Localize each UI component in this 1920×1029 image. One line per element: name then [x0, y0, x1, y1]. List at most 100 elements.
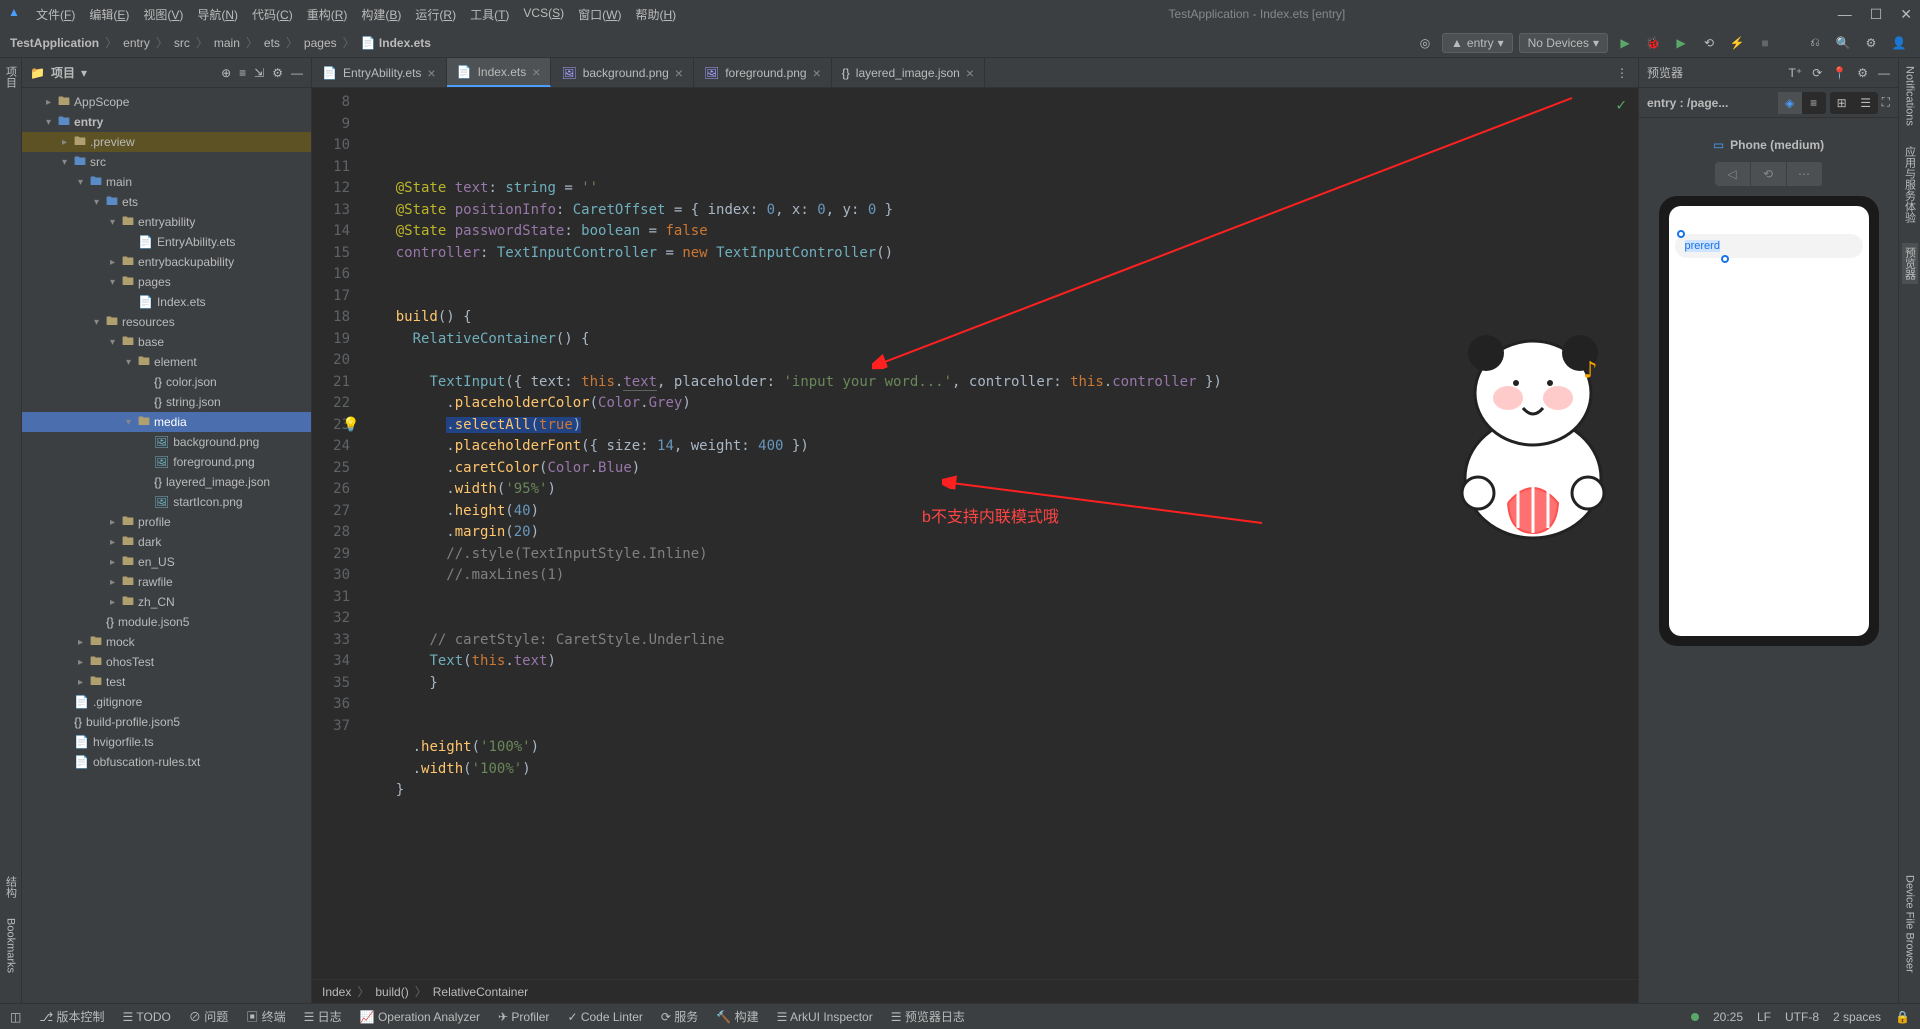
- breadcrumb-item[interactable]: 📄 Index.ets: [361, 36, 431, 50]
- target-icon[interactable]: ◎: [1414, 32, 1436, 54]
- menu-e[interactable]: 编辑(E): [89, 6, 129, 23]
- tree-node[interactable]: ▾🖿entryability: [22, 212, 311, 232]
- tree-node[interactable]: {}build-profile.json5: [22, 712, 311, 732]
- hide-icon[interactable]: —: [291, 66, 303, 80]
- tree-node[interactable]: ▸🖿.preview: [22, 132, 311, 152]
- previewer-tab[interactable]: 预览器: [1902, 243, 1918, 284]
- tree-node[interactable]: ▸🖿profile: [22, 512, 311, 532]
- profiler-tab[interactable]: ✈ Profiler: [498, 1010, 549, 1024]
- close-tab-icon[interactable]: ×: [427, 65, 435, 81]
- project-tab[interactable]: 项目: [3, 66, 19, 88]
- device-label[interactable]: ▭ Phone (medium): [1713, 138, 1824, 152]
- tree-node[interactable]: ▾🖿resources: [22, 312, 311, 332]
- stack-view-icon[interactable]: ≡: [1802, 92, 1826, 114]
- tree-node[interactable]: ▸🖿AppScope: [22, 92, 311, 112]
- encoding-label[interactable]: UTF-8: [1785, 1010, 1819, 1024]
- device-selector[interactable]: No Devices ▾: [1519, 33, 1608, 53]
- stop-button[interactable]: ■: [1754, 32, 1776, 54]
- breadcrumb-item[interactable]: TestApplication: [10, 36, 99, 50]
- tree-node[interactable]: {}color.json: [22, 372, 311, 392]
- tree-node[interactable]: ▾🖿base: [22, 332, 311, 352]
- menu-v[interactable]: 视图(V): [143, 6, 183, 23]
- tree-node[interactable]: ▾🖿element: [22, 352, 311, 372]
- tree-node[interactable]: 📄hvigorfile.ts: [22, 732, 311, 752]
- tree-node[interactable]: ▸🖿rawfile: [22, 572, 311, 592]
- tree-node[interactable]: ▸🖿ohosTest: [22, 652, 311, 672]
- tree-node[interactable]: 📄.gitignore: [22, 692, 311, 712]
- nav-back[interactable]: ◁: [1715, 162, 1751, 186]
- problems-tab[interactable]: ⊘ 问题: [189, 1008, 228, 1025]
- menu-h[interactable]: 帮助(H): [635, 6, 676, 23]
- run-button[interactable]: ▶: [1614, 32, 1636, 54]
- tree-node[interactable]: 📄EntryAbility.ets: [22, 232, 311, 252]
- menu-b[interactable]: 构建(B): [361, 6, 401, 23]
- code-linter-tab[interactable]: ✓ Code Linter: [567, 1010, 642, 1024]
- minimize-icon[interactable]: —: [1878, 66, 1890, 80]
- lock-icon[interactable]: 🔒: [1895, 1010, 1910, 1024]
- terminal-tab[interactable]: ▣ 终端: [246, 1008, 285, 1025]
- tree-node[interactable]: ▸🖿entrybackupability: [22, 252, 311, 272]
- text-scale-icon[interactable]: T⁺: [1789, 66, 1803, 80]
- tree-node[interactable]: ▾🖿media: [22, 412, 311, 432]
- tree-node[interactable]: ▾🖿entry: [22, 112, 311, 132]
- arkui-inspector-tab[interactable]: ☰ ArkUI Inspector: [777, 1010, 873, 1024]
- device-browser-tab[interactable]: Device File Browser: [1904, 875, 1916, 973]
- editor-tab[interactable]: 🖼foreground.png×: [694, 58, 832, 87]
- expand-all-icon[interactable]: ≡: [239, 66, 246, 80]
- project-tree[interactable]: ▸🖿AppScope▾🖿entry▸🖿.preview▾🖿src▾🖿main▾🖿…: [22, 88, 311, 1003]
- editor-tab[interactable]: 📄EntryAbility.ets×: [312, 58, 447, 87]
- close-tab-icon[interactable]: ×: [813, 65, 821, 81]
- profile-button[interactable]: ⚡: [1726, 32, 1748, 54]
- tree-node[interactable]: {}layered_image.json: [22, 472, 311, 492]
- menu-f[interactable]: 文件(F): [36, 6, 75, 23]
- debug-button[interactable]: 🐞: [1642, 32, 1664, 54]
- vcs-tab[interactable]: ⎇ 版本控制: [39, 1008, 104, 1025]
- maximize-button[interactable]: ☐: [1870, 6, 1883, 23]
- preview-log-tab[interactable]: ☰ 预览器日志: [891, 1008, 965, 1025]
- gear-icon[interactable]: ⚙: [1857, 66, 1868, 80]
- select-opened-icon[interactable]: ⊕: [221, 66, 231, 80]
- services-tab[interactable]: 应用与服务体验: [1902, 146, 1918, 223]
- pin-icon[interactable]: 📍: [1832, 66, 1847, 80]
- git-button[interactable]: ⎌: [1804, 32, 1826, 54]
- tree-node[interactable]: {}module.json5: [22, 612, 311, 632]
- editor-tab[interactable]: 🖼background.png×: [551, 58, 694, 87]
- breadcrumb-item[interactable]: src: [174, 36, 190, 50]
- close-button[interactable]: ✕: [1900, 6, 1912, 23]
- run-config-selector[interactable]: ▲ entry ▾: [1442, 33, 1513, 53]
- tree-node[interactable]: ▾🖿pages: [22, 272, 311, 292]
- tree-node[interactable]: ▾🖿src: [22, 152, 311, 172]
- nav-more[interactable]: ⋯: [1787, 162, 1823, 186]
- collapse-icon[interactable]: ⇲: [254, 66, 264, 80]
- attach-button[interactable]: ⟲: [1698, 32, 1720, 54]
- todo-tab[interactable]: ☰ TODO: [123, 1010, 171, 1024]
- editor-breadcrumb-item[interactable]: RelativeContainer: [433, 985, 528, 999]
- profile-icon[interactable]: 👤: [1888, 32, 1910, 54]
- menu-t[interactable]: 工具(T): [470, 6, 509, 23]
- line-ending-label[interactable]: LF: [1757, 1010, 1771, 1024]
- code-editor[interactable]: 8910111213141516171819202122232425262728…: [312, 88, 1638, 979]
- layout-toggle[interactable]: ⊞ ☰: [1830, 92, 1878, 114]
- menu-r[interactable]: 运行(R): [415, 6, 456, 23]
- menu-n[interactable]: 导航(N): [197, 6, 238, 23]
- preview-text-input[interactable]: prererd: [1675, 234, 1863, 258]
- breadcrumb-item[interactable]: main: [214, 36, 240, 50]
- tree-node[interactable]: ▸🖿en_US: [22, 552, 311, 572]
- tree-node[interactable]: 🖼background.png: [22, 432, 311, 452]
- menu-s[interactable]: VCS(S): [523, 6, 564, 23]
- menu-r[interactable]: 重构(R): [307, 6, 348, 23]
- breadcrumb-item[interactable]: entry: [123, 36, 150, 50]
- nav-rotate[interactable]: ⟲: [1751, 162, 1787, 186]
- breadcrumb-item[interactable]: pages: [304, 36, 337, 50]
- menu-w[interactable]: 窗口(W): [578, 6, 621, 23]
- tool-window-button[interactable]: ◫: [10, 1010, 21, 1024]
- view-mode-toggle[interactable]: ◈ ≡: [1778, 92, 1826, 114]
- minimize-button[interactable]: —: [1838, 6, 1852, 23]
- selection-handle-start[interactable]: [1677, 230, 1685, 238]
- menu-c[interactable]: 代码(C): [252, 6, 293, 23]
- close-tab-icon[interactable]: ×: [675, 65, 683, 81]
- tree-node[interactable]: 🖼startIcon.png: [22, 492, 311, 512]
- operation-analyzer-tab[interactable]: 📈 Operation Analyzer: [360, 1010, 480, 1024]
- structure-tab[interactable]: 结构: [3, 876, 19, 898]
- tree-node[interactable]: ▸🖿test: [22, 672, 311, 692]
